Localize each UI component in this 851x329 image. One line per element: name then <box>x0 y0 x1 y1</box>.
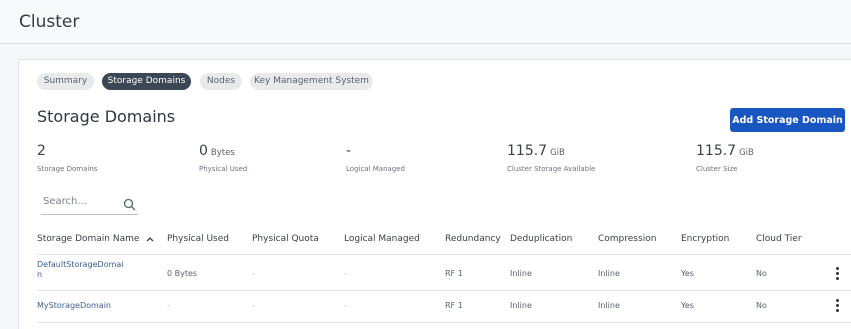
cell-encryption: Yes <box>681 301 694 310</box>
stat-label: Physical Used <box>199 165 248 173</box>
column-header-deduplication[interactable]: Deduplication <box>510 234 572 244</box>
cell-compression: Inline <box>598 301 620 310</box>
stat-value: - <box>346 143 352 159</box>
storage-domain-name-line: MyStorageDomain <box>37 301 111 310</box>
stat-value: 115.7 <box>696 143 737 159</box>
stat-unit: GiB <box>550 148 565 158</box>
cell-encryption: Yes <box>681 269 694 278</box>
sort-ascending-icon[interactable] <box>146 236 154 242</box>
column-header-storage-domain-name[interactable]: Storage Domain Name <box>37 234 154 244</box>
storage-domain-name-line: DefaultStorageDomai <box>37 260 124 269</box>
storage-domain-name-link[interactable]: DefaultStorageDomai n <box>37 260 124 280</box>
stat-label: Cluster Size <box>696 165 738 173</box>
column-header-encryption[interactable]: Encryption <box>681 234 729 244</box>
cell-compression: Inline <box>598 269 620 278</box>
stat-label: Cluster Storage Available <box>507 165 596 173</box>
cell-physical-used: - <box>167 301 170 310</box>
page-header: Cluster <box>0 0 851 44</box>
stat-unit: GiB <box>739 148 754 158</box>
cell-cloud-tier: No <box>756 269 767 278</box>
stat-value: 2 <box>37 143 46 159</box>
add-storage-domain-button[interactable]: Add Storage Domain <box>730 108 845 132</box>
table-row-divider <box>37 322 851 323</box>
more-vertical-icon[interactable] <box>833 266 841 280</box>
search-icon[interactable] <box>123 198 136 211</box>
stat-logical-managed: - Logical Managed <box>346 140 405 173</box>
storage-domain-name-link[interactable]: MyStorageDomain <box>37 301 111 311</box>
tab-storage-domains[interactable]: Storage Domains <box>102 73 191 90</box>
column-header-label: Storage Domain Name <box>37 234 140 244</box>
stat-cluster-storage-available: 115.7 GiB Cluster Storage Available <box>507 140 595 173</box>
more-vertical-icon[interactable] <box>833 298 841 312</box>
column-header-physical-used[interactable]: Physical Used <box>167 234 229 244</box>
tab-nodes[interactable]: Nodes <box>200 73 242 90</box>
stat-storage-domains: 2 Storage Domains <box>37 140 97 173</box>
cell-redundancy: RF 1 <box>445 269 463 278</box>
cell-logical-managed: - <box>344 269 347 278</box>
column-header-logical-managed[interactable]: Logical Managed <box>344 234 420 244</box>
column-header-physical-quota[interactable]: Physical Quota <box>252 234 319 244</box>
column-header-redundancy[interactable]: Redundancy <box>445 234 501 244</box>
cell-deduplication: Inline <box>510 301 532 310</box>
page-title: Cluster <box>19 12 80 32</box>
storage-domain-name-line: n <box>37 270 43 279</box>
cell-physical-quota: - <box>252 301 255 310</box>
stat-unit: Bytes <box>210 148 235 158</box>
tab-key-management-system[interactable]: Key Management System <box>250 73 373 90</box>
stat-physical-used: 0 Bytes Physical Used <box>199 140 247 173</box>
stat-cluster-size: 115.7 GiB Cluster Size <box>696 140 754 173</box>
cluster-card: Summary Storage Domains Nodes Key Manage… <box>18 59 851 329</box>
search-input[interactable]: Search... <box>41 195 138 215</box>
tab-summary[interactable]: Summary <box>37 73 94 90</box>
stat-value: 0 <box>199 143 208 159</box>
section-title: Storage Domains <box>37 107 176 126</box>
stat-value: 115.7 <box>507 143 548 159</box>
stat-label: Storage Domains <box>37 165 98 173</box>
column-header-compression[interactable]: Compression <box>598 234 656 244</box>
table-row-divider <box>37 290 851 291</box>
cell-logical-managed: - <box>344 301 347 310</box>
cell-redundancy: RF 1 <box>445 301 463 310</box>
search-placeholder: Search... <box>43 196 87 207</box>
table-divider <box>37 254 851 255</box>
cell-cloud-tier: No <box>756 301 767 310</box>
cell-physical-used: 0 Bytes <box>167 269 198 278</box>
cell-deduplication: Inline <box>510 269 532 278</box>
cell-physical-quota: - <box>252 269 255 278</box>
column-header-cloud-tier[interactable]: Cloud Tier <box>756 234 802 244</box>
stat-label: Logical Managed <box>346 165 406 173</box>
